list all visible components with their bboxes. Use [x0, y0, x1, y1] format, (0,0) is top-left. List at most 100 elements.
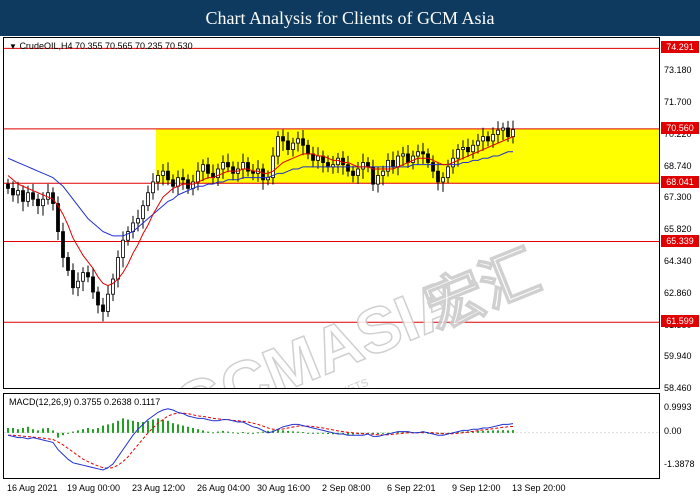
candle-body [121, 239, 125, 258]
candle-body [221, 162, 225, 170]
candle-body [296, 138, 300, 144]
macd-histogram-bar [157, 418, 159, 433]
time-tick-label: 9 Sep 12:00 [452, 483, 501, 493]
macd-histogram-bar [277, 429, 279, 433]
symbol-label: CrudeOIL,H4 70.355 70.565 70.235 70.530 [19, 41, 193, 51]
macd-histogram-bar [377, 432, 379, 434]
price-tick-label: 59.940 [664, 351, 692, 362]
macd-histogram-bar [172, 423, 174, 433]
macd-histogram-bar [82, 429, 84, 433]
price-chart-svg: GCMASIA宏汇GLOBAL CAPITAL MARKETS [4, 47, 659, 388]
macd-histogram-bar [107, 424, 109, 433]
macd-histogram-bar [217, 431, 219, 433]
price-tick-label: 65.820 [664, 224, 692, 235]
candle-body [101, 304, 105, 312]
price-level-tag: 65.339 [661, 234, 699, 247]
candle-body [116, 257, 120, 280]
macd-histogram-bar [482, 430, 484, 433]
dropdown-arrow-icon[interactable]: ▼ [9, 42, 17, 51]
macd-histogram-bar [212, 432, 214, 434]
candle-body [401, 153, 405, 157]
candle-body [21, 190, 25, 202]
candle-body [316, 155, 320, 161]
candle-body [496, 129, 500, 135]
macd-label: MACD(12,26,9) 0.3755 0.2638 0.1117 [9, 397, 161, 407]
candle-body [106, 293, 110, 312]
candle-body [501, 127, 505, 131]
macd-tick-label: 0.00 [664, 425, 682, 436]
candle-body [146, 192, 150, 207]
candle-body [386, 159, 390, 172]
candle-body [86, 272, 90, 278]
macd-histogram-bar [242, 432, 244, 434]
candle-body [491, 134, 495, 142]
price-tick-label: 68.740 [664, 161, 692, 172]
candle-body [41, 198, 45, 207]
macd-histogram-bar [117, 420, 119, 433]
macd-signal-line [8, 412, 514, 469]
price-tick-label: 64.340 [664, 256, 692, 267]
macd-histogram-bar [257, 432, 259, 434]
macd-histogram-bar [97, 428, 99, 433]
macd-histogram-bar [52, 430, 54, 433]
candle-body [396, 155, 400, 168]
macd-histogram-bar [7, 428, 9, 433]
macd-histogram-bar [282, 430, 284, 433]
candle-body [366, 162, 370, 168]
macd-histogram-bar [27, 426, 29, 433]
candle-body [361, 162, 365, 170]
macd-histogram-bar [297, 431, 299, 433]
macd-histogram-bar [262, 431, 264, 433]
macd-panel[interactable]: MACD(12,26,9) 0.3755 0.2638 0.1117 [3, 393, 660, 479]
macd-tick-label: 0.9993 [664, 401, 692, 412]
macd-histogram-bar [167, 420, 169, 433]
macd-histogram-bar [182, 425, 184, 433]
macd-axis: 0.9993 0.00 -1.3878 [661, 393, 700, 479]
candle-body [511, 129, 515, 138]
macd-tick-label: -1.3878 [664, 459, 695, 470]
candle-body [96, 291, 100, 306]
candle-body [271, 155, 275, 179]
candle-body [226, 162, 230, 168]
macd-histogram-bar [187, 426, 189, 433]
price-tick-label: 73.180 [664, 65, 692, 76]
macd-histogram-bar [292, 431, 294, 433]
candle-body [441, 177, 445, 183]
price-chart-panel[interactable]: GCMASIA宏汇GLOBAL CAPITAL MARKETS ▼ CrudeO… [3, 37, 660, 389]
candle-body [46, 192, 50, 200]
macd-histogram-bar [22, 428, 24, 433]
macd-histogram-bar [197, 429, 199, 433]
macd-histogram-bar [202, 430, 204, 433]
macd-histogram-bar [92, 429, 94, 433]
macd-histogram-bar [347, 432, 349, 435]
candle-body [306, 144, 310, 155]
candle-body [91, 276, 95, 293]
candle-body [351, 170, 355, 176]
macd-histogram-bar [507, 430, 509, 433]
price-tick-label: 62.860 [664, 288, 692, 299]
chart-header: Chart Analysis for Clients of GCM Asia [0, 0, 700, 36]
price-level-tag: 70.560 [661, 121, 699, 134]
macd-histogram-bar [62, 432, 64, 436]
candle-body [326, 162, 330, 168]
candle-body [466, 147, 470, 153]
macd-histogram-bar [247, 432, 249, 434]
candle-body [471, 144, 475, 153]
time-tick-label: 13 Sep 20:00 [512, 483, 566, 493]
symbol-info: ▼ CrudeOIL,H4 70.355 70.565 70.235 70.53… [9, 41, 193, 51]
macd-histogram-bar [77, 430, 79, 433]
macd-histogram-bar [132, 420, 134, 433]
macd-histogram-bar [72, 431, 74, 433]
candle-body [231, 166, 235, 174]
candle-body [176, 177, 180, 187]
candle-body [51, 192, 55, 204]
candle-body [461, 147, 465, 150]
candle-body [281, 136, 285, 142]
macd-histogram-bar [287, 430, 289, 433]
candle-body [26, 192, 30, 202]
macd-histogram-bar [122, 418, 124, 433]
time-tick-label: 19 Aug 00:00 [67, 483, 121, 493]
candle-body [206, 164, 210, 174]
candle-body [476, 140, 480, 146]
price-level-tag: 61.599 [661, 315, 699, 328]
